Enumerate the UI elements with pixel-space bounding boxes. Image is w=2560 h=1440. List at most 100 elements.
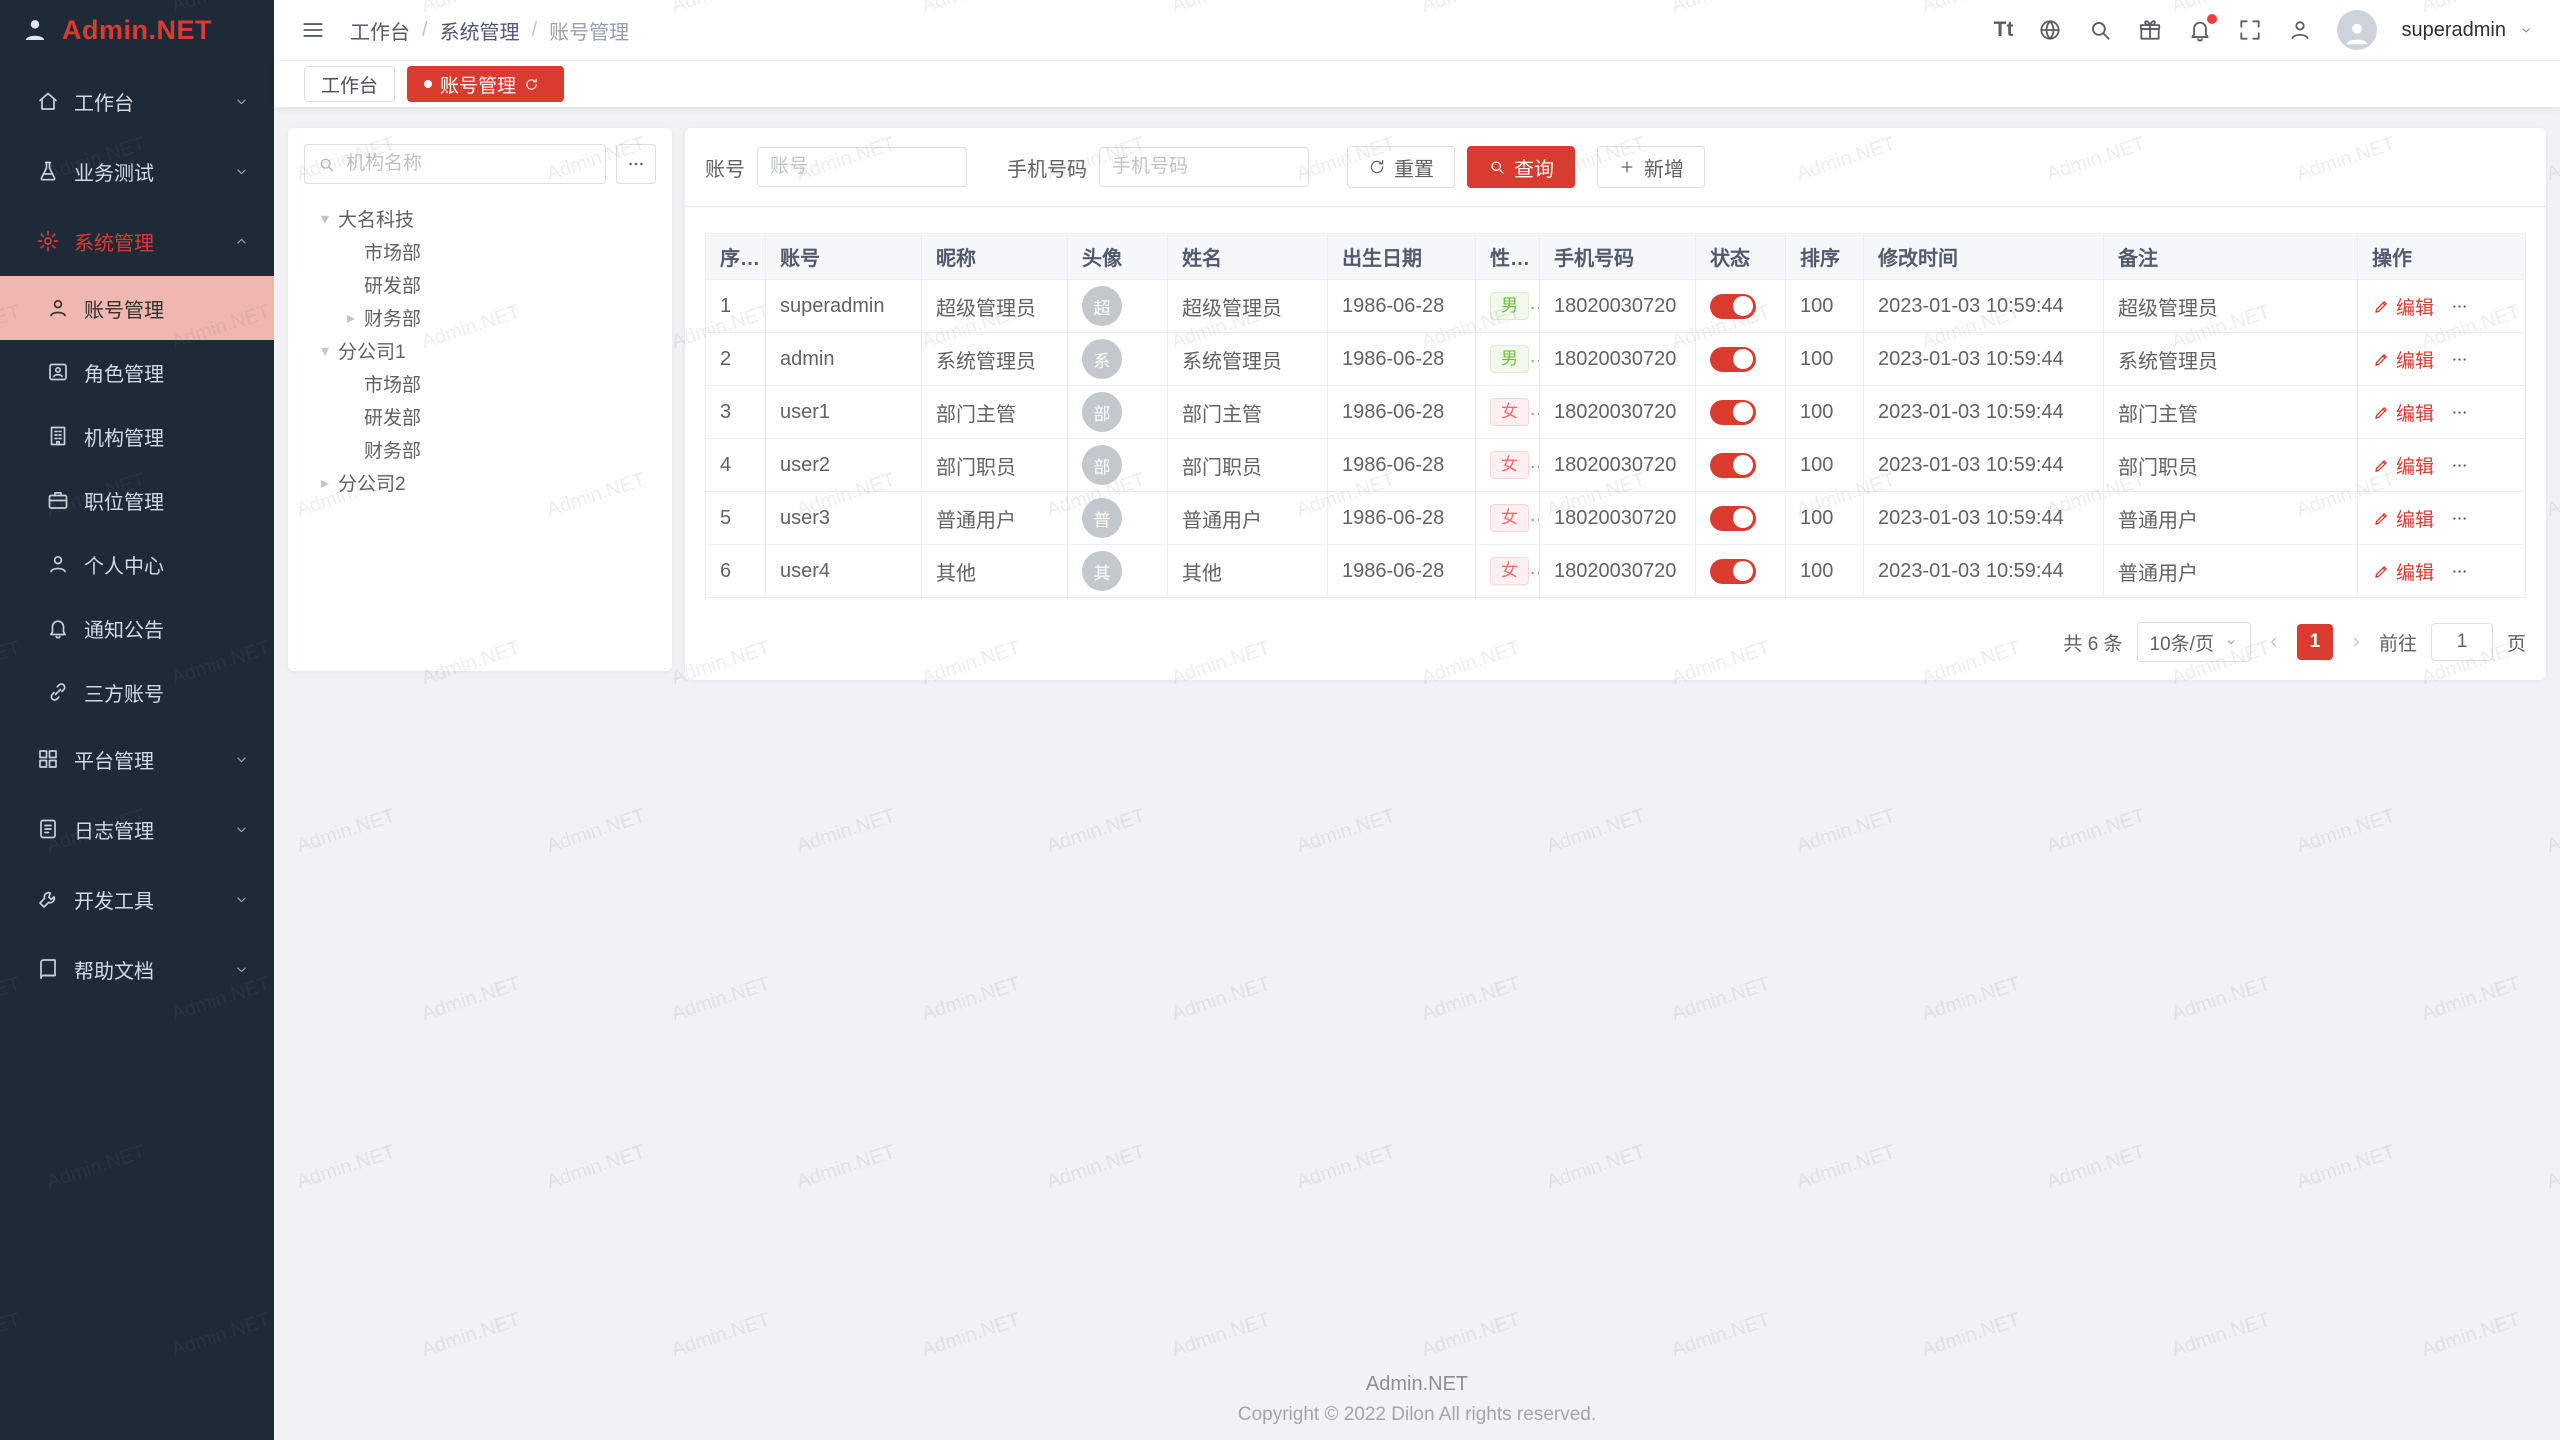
reset-button[interactable]: 重置 bbox=[1347, 146, 1455, 188]
order-cell: 100 bbox=[1786, 439, 1864, 492]
sidebar-item[interactable]: 角色管理 bbox=[0, 340, 274, 404]
avatar: 系 bbox=[1082, 339, 1122, 379]
sidebar-item[interactable]: 工作台 bbox=[0, 66, 274, 136]
sidebar-item[interactable]: 职位管理 bbox=[0, 468, 274, 532]
tree-caret-icon[interactable]: ▸ bbox=[312, 473, 338, 493]
row-more-icon[interactable] bbox=[2450, 297, 2469, 316]
edit-button[interactable]: 编辑 bbox=[2372, 293, 2434, 320]
column-header: 性别 bbox=[1476, 234, 1540, 280]
tab-bar: 工作台 账号管理 bbox=[274, 60, 2560, 107]
search-button[interactable]: 查询 bbox=[1467, 146, 1575, 188]
tree-node[interactable]: 研发部 bbox=[304, 400, 656, 433]
gender-cell: 女 bbox=[1476, 492, 1540, 545]
tree-node[interactable]: 财务部 bbox=[304, 433, 656, 466]
row-more-icon[interactable] bbox=[2450, 350, 2469, 369]
edit-button[interactable]: 编辑 bbox=[2372, 346, 2434, 373]
edit-button[interactable]: 编辑 bbox=[2372, 399, 2434, 426]
remark-cell: 普通用户 bbox=[2104, 545, 2358, 598]
theme-icon[interactable] bbox=[2137, 17, 2163, 43]
tree-node[interactable]: 市场部 bbox=[304, 367, 656, 400]
column-header: 出生日期 bbox=[1328, 234, 1476, 280]
actions-cell: 编辑 bbox=[2358, 492, 2526, 545]
row-more-icon[interactable] bbox=[2450, 562, 2469, 581]
status-toggle[interactable] bbox=[1710, 559, 1756, 584]
app-logo[interactable]: Admin.NET bbox=[0, 0, 274, 60]
gender-badge: 女 bbox=[1490, 557, 1529, 585]
status-toggle[interactable] bbox=[1710, 453, 1756, 478]
status-toggle[interactable] bbox=[1710, 294, 1756, 319]
page-size-select[interactable]: 10条/页 bbox=[2137, 622, 2251, 662]
status-toggle[interactable] bbox=[1710, 347, 1756, 372]
column-header: 排序 bbox=[1786, 234, 1864, 280]
breadcrumb-item[interactable]: 工作台 bbox=[350, 16, 410, 45]
add-button[interactable]: 新增 bbox=[1597, 146, 1705, 188]
avatar-cell: 部 bbox=[1068, 439, 1168, 492]
notification-button[interactable] bbox=[2187, 17, 2213, 43]
refresh-icon[interactable] bbox=[524, 77, 539, 92]
phone-cell: 18020030720 bbox=[1540, 280, 1696, 333]
sidebar-item[interactable]: 日志管理 bbox=[0, 794, 274, 864]
status-toggle[interactable] bbox=[1710, 506, 1756, 531]
gender-cell: 男 bbox=[1476, 333, 1540, 386]
phone-filter-input[interactable] bbox=[1099, 147, 1309, 187]
tree-caret-icon[interactable]: ▾ bbox=[312, 209, 338, 229]
fullscreen-icon[interactable] bbox=[2237, 17, 2263, 43]
tree-node[interactable]: 研发部 bbox=[304, 268, 656, 301]
tree-caret-icon[interactable]: ▾ bbox=[312, 341, 338, 361]
org-tree: ▾ 大名科技 市场部 研发部 bbox=[304, 202, 656, 499]
hamburger-icon[interactable] bbox=[300, 17, 326, 43]
status-cell bbox=[1696, 386, 1786, 439]
account-filter-input[interactable] bbox=[757, 147, 967, 187]
breadcrumb-item[interactable]: 系统管理 bbox=[440, 16, 520, 45]
sidebar-item[interactable]: 帮助文档 bbox=[0, 934, 274, 1004]
sidebar: Admin.NET 工作台 业务测试 系统管理 账号管 bbox=[0, 0, 274, 1440]
profile-icon[interactable] bbox=[2287, 17, 2313, 43]
more-icon[interactable] bbox=[616, 144, 656, 184]
tree-node[interactable]: ▸ 财务部 bbox=[304, 301, 656, 334]
edit-button[interactable]: 编辑 bbox=[2372, 558, 2434, 585]
gear-icon bbox=[36, 229, 60, 253]
header-actions: Tt superadmin bbox=[1994, 10, 2534, 50]
chevron-down-icon bbox=[233, 233, 250, 250]
sidebar-item[interactable]: 平台管理 bbox=[0, 724, 274, 794]
sidebar-item[interactable]: 个人中心 bbox=[0, 532, 274, 596]
sidebar-item[interactable]: 机构管理 bbox=[0, 404, 274, 468]
org-search-input[interactable] bbox=[344, 152, 593, 176]
sidebar-item[interactable]: 开发工具 bbox=[0, 864, 274, 934]
row-more-icon[interactable] bbox=[2450, 456, 2469, 475]
search-icon[interactable] bbox=[2087, 17, 2113, 43]
goto-page-input[interactable] bbox=[2431, 623, 2493, 661]
tree-node[interactable]: ▸ 分公司2 bbox=[304, 466, 656, 499]
page-number[interactable]: 1 bbox=[2297, 624, 2333, 660]
chevron-down-icon[interactable] bbox=[2518, 22, 2534, 38]
tree-node[interactable]: ▾ 大名科技 bbox=[304, 202, 656, 235]
sidebar-item[interactable]: 业务测试 bbox=[0, 136, 274, 206]
gender-badge: 女 bbox=[1490, 398, 1529, 426]
edit-button[interactable]: 编辑 bbox=[2372, 452, 2434, 479]
font-size-icon[interactable]: Tt bbox=[1994, 18, 2014, 42]
column-header: 昵称 bbox=[922, 234, 1068, 280]
tab[interactable]: 账号管理 bbox=[407, 66, 564, 102]
globe-icon[interactable] bbox=[2037, 17, 2063, 43]
avatar[interactable] bbox=[2337, 10, 2377, 50]
row-more-icon[interactable] bbox=[2450, 403, 2469, 422]
tab[interactable]: 工作台 bbox=[304, 66, 395, 102]
prev-page-icon[interactable] bbox=[2265, 633, 2283, 651]
toggle-knob bbox=[1733, 455, 1753, 475]
sidebar-item[interactable]: 系统管理 bbox=[0, 206, 274, 276]
row-more-icon[interactable] bbox=[2450, 509, 2469, 528]
tree-node[interactable]: 市场部 bbox=[304, 235, 656, 268]
next-page-icon[interactable] bbox=[2347, 633, 2365, 651]
account-cell: user4 bbox=[766, 545, 922, 598]
birth-cell: 1986-06-28 bbox=[1328, 545, 1476, 598]
tree-caret-icon[interactable]: ▸ bbox=[338, 308, 364, 328]
status-toggle[interactable] bbox=[1710, 400, 1756, 425]
sidebar-item[interactable]: 账号管理 bbox=[0, 276, 274, 340]
org-panel: ▾ 大名科技 市场部 研发部 bbox=[288, 128, 672, 671]
sidebar-item[interactable]: 三方账号 bbox=[0, 660, 274, 724]
user-menu[interactable]: superadmin bbox=[2401, 19, 2506, 42]
birth-cell: 1986-06-28 bbox=[1328, 492, 1476, 545]
sidebar-item[interactable]: 通知公告 bbox=[0, 596, 274, 660]
edit-button[interactable]: 编辑 bbox=[2372, 505, 2434, 532]
tree-node[interactable]: ▾ 分公司1 bbox=[304, 334, 656, 367]
